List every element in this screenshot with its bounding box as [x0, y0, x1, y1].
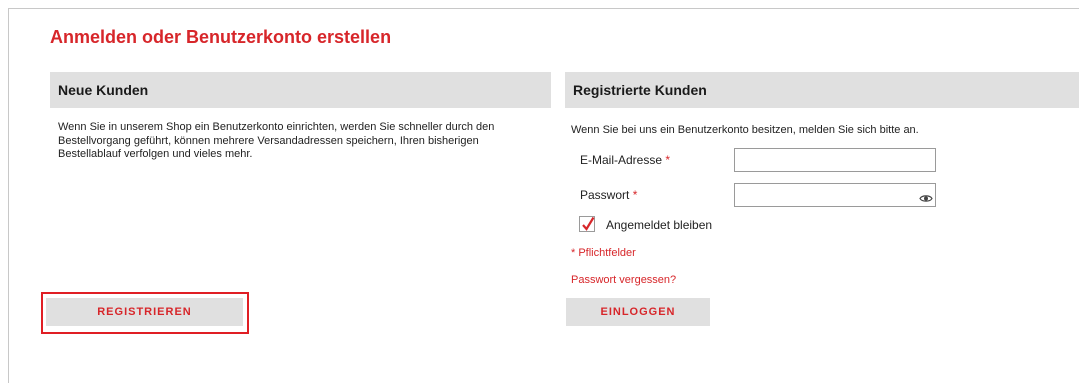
email-label-text: E-Mail-Adresse [580, 153, 663, 167]
required-fields-note: * Pflichtfelder [571, 247, 636, 259]
login-button[interactable]: EINLOGGEN [566, 298, 710, 326]
password-field[interactable] [734, 183, 936, 207]
new-customers-description: Wenn Sie in unserem Shop ein Benutzerkon… [58, 121, 495, 160]
page-title: Anmelden oder Benutzerkonto erstellen [50, 27, 392, 47]
password-required-marker: * [632, 188, 638, 202]
register-button[interactable]: REGISTRIEREN [46, 298, 243, 326]
registered-customers-description: Wenn Sie bei uns ein Benutzerkonto besit… [571, 124, 919, 136]
remember-label[interactable]: Angemeldet bleiben [606, 218, 712, 232]
password-label-text: Passwort [580, 188, 630, 202]
email-required-marker: * [665, 153, 671, 167]
registered-customers-header: Registrierte Kunden [565, 72, 1079, 108]
eye-icon[interactable] [919, 190, 933, 202]
forgot-password-link[interactable]: Passwort vergessen? [571, 274, 676, 286]
email-label: E-Mail-Adresse * [580, 153, 670, 167]
new-customers-header: Neue Kunden [50, 72, 551, 108]
password-label: Passwort * [580, 188, 637, 202]
remember-checkbox[interactable] [579, 216, 595, 232]
checkmark-icon [582, 216, 595, 231]
email-field[interactable] [734, 148, 936, 172]
